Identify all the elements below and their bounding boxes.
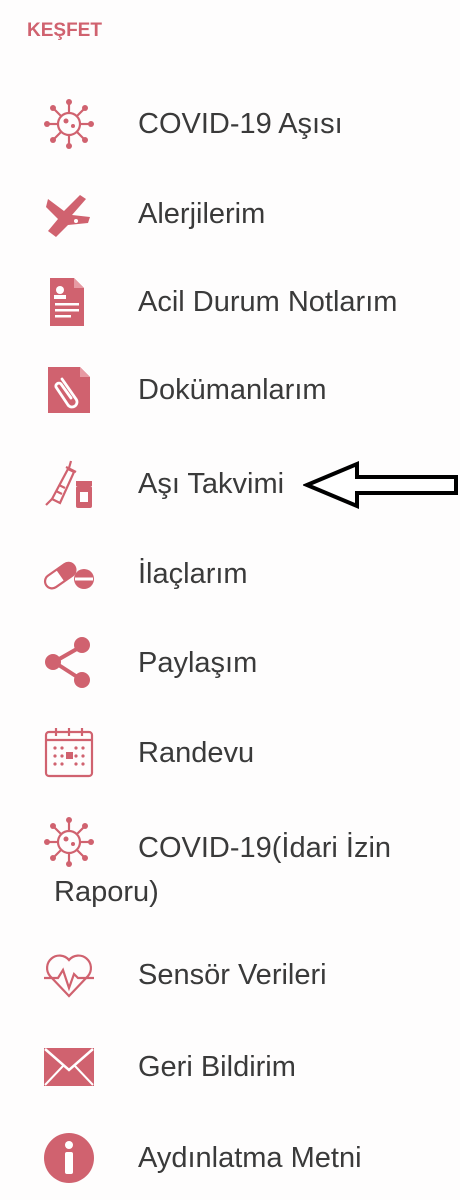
calendar-icon [42,726,96,780]
info-icon [42,1131,96,1185]
menu-item-label: Alerjilerim [138,198,266,230]
share-icon [42,636,96,690]
heart-pulse-icon [42,948,96,1002]
menu-item-label: İlaçlarım [138,558,248,590]
menu-item-label: Paylaşım [138,647,258,679]
section-title: KEŞFET [27,20,102,41]
paperclip-document-icon [42,363,96,417]
allergy-hand-icon [42,187,96,241]
emergency-document-icon [42,275,96,329]
menu-item-label: Geri Bildirim [138,1051,296,1083]
virus-icon [42,97,96,151]
envelope-icon [42,1040,96,1094]
pills-icon [42,547,96,601]
syringe-vial-icon [42,457,96,511]
menu-item-label: Acil Durum Notlarım [138,286,398,318]
menu-item-label: COVID-19(İdari İzin Raporu) [54,832,392,908]
menu-item-label: Randevu [138,737,255,769]
menu-item-label: Aydınlatma Metni [138,1142,362,1174]
menu-item-label: Aşı Takvimi [138,468,285,500]
menu-item-label: Dokümanlarım [138,374,327,406]
menu-item-label: COVID-19 Aşısı [138,108,343,140]
left-arrow-icon [303,460,458,510]
menu-item-label: Sensör Verileri [138,959,327,991]
